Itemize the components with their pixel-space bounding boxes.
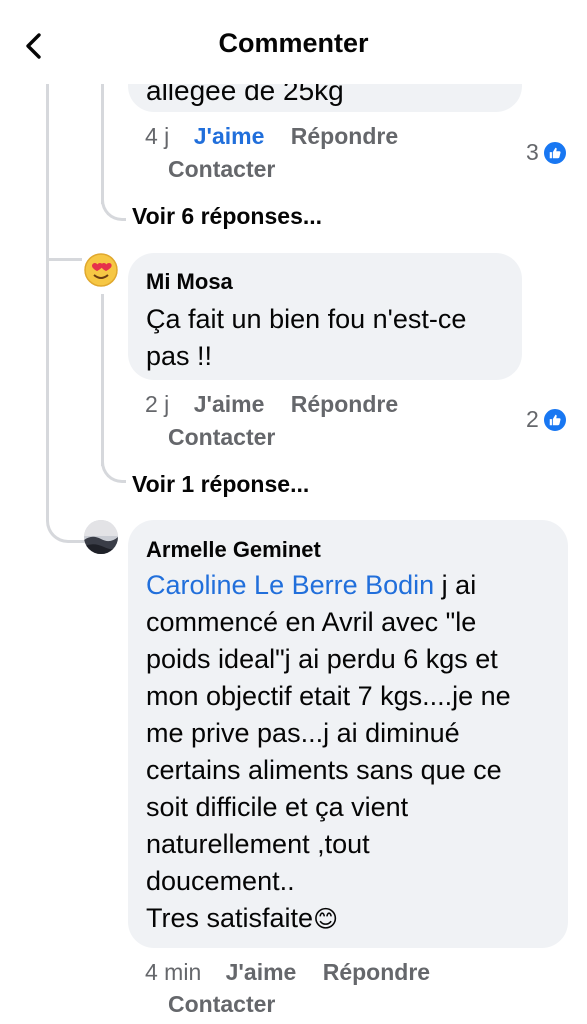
reaction-count: 3 [526,139,539,165]
thread-branch-reply-2 [46,258,82,261]
like-button[interactable]: J'aime [194,123,265,149]
comment-author[interactable]: Armelle Geminet [146,537,321,563]
comment-time: 4 min [145,959,202,985]
comment-text-line: doucement.. [146,866,295,896]
mention-link[interactable]: Caroline Le Berre Bodin [146,570,434,600]
comment-text: j ai [434,570,477,600]
reaction-summary[interactable]: 3 [526,139,568,166]
reply-button[interactable]: Répondre [291,391,398,417]
thread-connector-outer [46,500,89,543]
comment-actions: 4 j J'aime Répondre [145,123,398,150]
comment-text-line: naturellement ,tout [146,829,370,859]
thread-line-inner [101,84,104,204]
thumbs-up-icon [541,406,568,433]
page-title: Commenter [218,28,369,58]
comment-actions: 4 min J'aime Répondre [145,959,430,986]
reaction-summary[interactable]: 2 [526,406,568,433]
comment-text-line: commencé en Avril avec "le [146,607,477,637]
like-button[interactable]: J'aime [194,391,265,417]
thread-connector-inner-1 [101,200,126,221]
avatar[interactable] [84,253,118,287]
comment-time: 2 j [145,391,170,417]
thread-line-outer [46,84,49,504]
smiling-face-emoji-icon: 😊 [313,906,339,933]
comment-time: 4 j [145,123,170,149]
comment-bubble: Armelle Geminet Caroline Le Berre Bodin … [128,520,568,948]
comment-text-line: certains aliments sans que ce [146,755,502,785]
comment-text: Tres satisfaite [146,903,314,933]
comment-text-line: Tres satisfaite😊 [146,900,338,938]
comment-text-line: me prive pas...j ai diminué [146,718,460,748]
contact-button[interactable]: Contacter [168,156,275,183]
comment-text: pas !! [146,341,213,371]
comment-author[interactable]: Mi Mosa [146,269,233,295]
like-button[interactable]: J'aime [226,959,297,985]
comment-thread: allégée de 25kg 4 j J'aime Répondre Cont… [0,0,587,1024]
thumbs-up-icon [541,139,568,166]
comment-actions: 2 j J'aime Répondre [145,391,398,418]
thread-connector-inner-2 [101,462,126,483]
avatar[interactable] [84,520,118,554]
contact-button[interactable]: Contacter [168,991,275,1018]
thread-line-reply-2 [101,294,104,466]
top-bar: Commenter [0,0,587,84]
comment-text-line: mon objectif etait 7 kgs....je ne [146,681,511,711]
view-replies-link[interactable]: Voir 1 réponse... [132,471,309,498]
comment-bubble: Mi Mosa Ça fait un bien fou n'est-ce pas… [128,253,522,380]
reply-button[interactable]: Répondre [323,959,430,985]
comment-text: Ça fait un bien fou n'est-ce [146,304,467,334]
view-replies-link[interactable]: Voir 6 réponses... [132,203,322,230]
reaction-count: 2 [526,406,539,432]
reply-button[interactable]: Répondre [291,123,398,149]
comment-text-line: poids ideal"j ai perdu 6 kgs et [146,644,498,674]
comment-text-line: Caroline Le Berre Bodin j ai [146,567,476,604]
contact-button[interactable]: Contacter [168,424,275,451]
comment-text-line: soit difficile et ça vient [146,792,409,822]
